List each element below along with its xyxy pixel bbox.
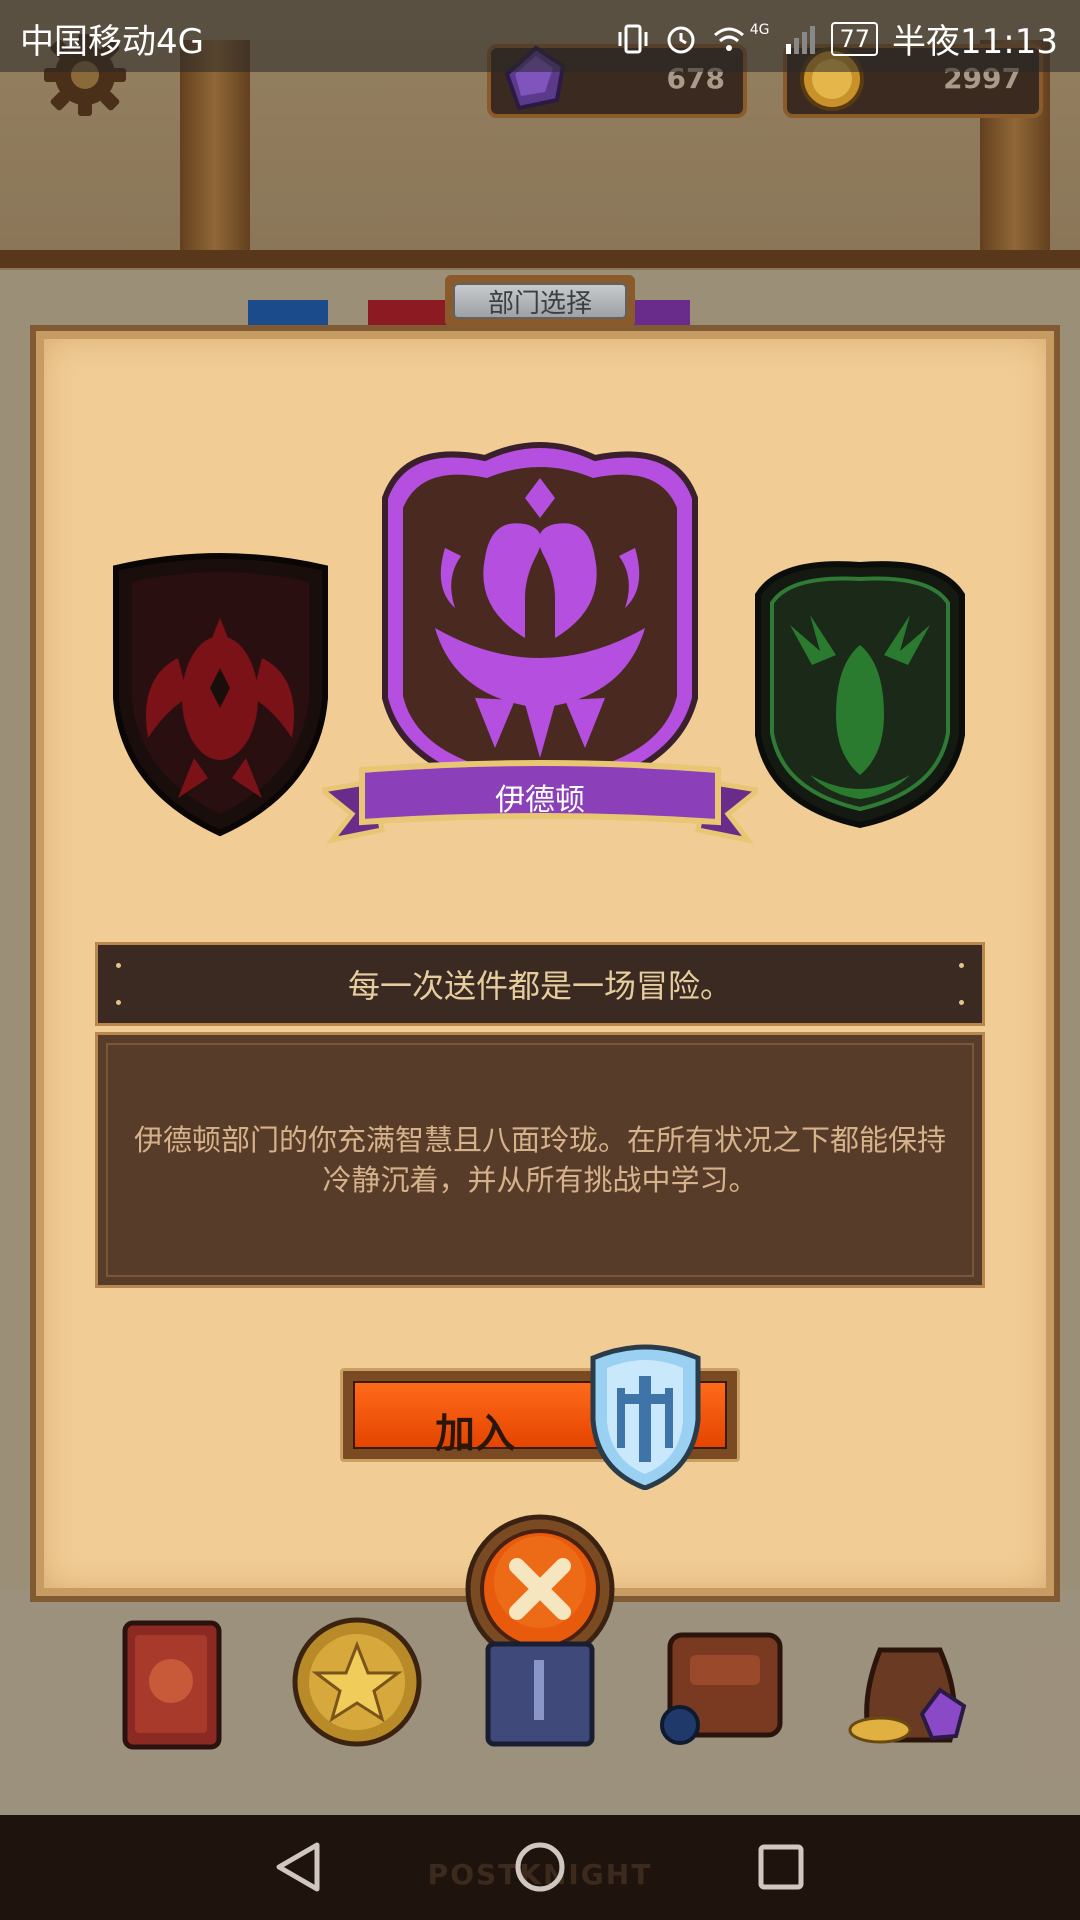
home-icon[interactable] <box>507 1837 573 1897</box>
rivet <box>116 963 121 968</box>
clock: 半夜11:13 <box>892 22 1058 62</box>
red-dragon-emblem[interactable] <box>108 548 333 838</box>
dialog-title: 部门选择 <box>487 288 592 319</box>
department-motto: 每一次送件都是一场冒险。 <box>347 967 732 1005</box>
star-coin-icon[interactable] <box>290 1615 425 1750</box>
book-icon[interactable] <box>115 1605 235 1755</box>
dialog-title-plate: 部门选择 <box>445 275 635 327</box>
rivet <box>959 1000 964 1005</box>
status-bar: 中国移动4G 4G 77 半夜11:13 <box>0 0 1080 72</box>
rivet <box>116 1000 121 1005</box>
card-icon[interactable] <box>480 1640 600 1750</box>
department-description: 伊德顿部门的你充满智慧且八面玲珑。在所有状况之下都能保持冷静沉着，并从所有挑战中… <box>133 1123 946 1197</box>
tab-red[interactable] <box>368 300 448 326</box>
backpack-icon[interactable] <box>650 1605 800 1755</box>
navigation-bar: POSTKNIGHT <box>0 1815 1080 1920</box>
carrier-label: 中国移动4G <box>20 22 204 62</box>
wifi-icon <box>713 27 744 51</box>
green-stag-emblem[interactable] <box>750 555 970 830</box>
recents-icon[interactable] <box>747 1837 813 1897</box>
tab-blue[interactable] <box>248 300 328 326</box>
department-motto-bar: 每一次送件都是一场冒险。 <box>95 942 985 1026</box>
network-badge: 4G <box>749 21 770 38</box>
signal-icon <box>786 25 816 54</box>
department-description-box: 伊德顿部门的你充满智慧且八面玲珑。在所有状况之下都能保持冷静沉着，并从所有挑战中… <box>95 1032 985 1288</box>
purple-swan-emblem[interactable] <box>375 438 705 798</box>
join-button-label: 加入 <box>435 1411 515 1457</box>
loot-bag-icon[interactable] <box>840 1610 980 1755</box>
game-screen: 678 2997 中国移动4G 4G 77 半夜11:13 部门选择 伊德顿 每… <box>0 0 1080 1920</box>
shield-sword-icon <box>590 1344 701 1490</box>
department-name: 伊德顿 <box>495 783 585 818</box>
vibrate-icon <box>618 24 648 53</box>
rivet <box>959 963 964 968</box>
battery-icon: 77 <box>831 21 879 56</box>
back-icon[interactable] <box>267 1837 333 1897</box>
alarm-icon <box>667 26 695 53</box>
